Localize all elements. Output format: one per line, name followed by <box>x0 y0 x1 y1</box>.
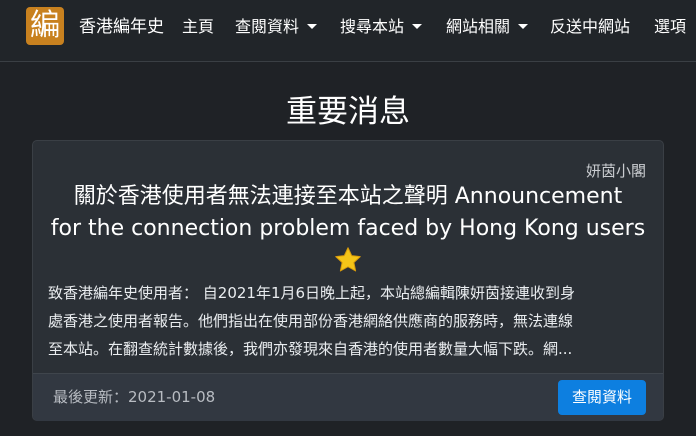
nav-item-about-label: 網站相關 <box>446 17 511 36</box>
site-brand[interactable]: 香港編年史 <box>79 16 164 38</box>
announcement-title[interactable]: 關於香港使用者無法連接至本站之聲明 Announcement for the c… <box>43 181 653 275</box>
caret-down-icon <box>307 24 318 29</box>
page-title: 重要消息 <box>286 94 410 130</box>
read-more-button[interactable]: 查閱資料 <box>558 380 646 415</box>
nav-item-about[interactable]: 網站相關 <box>446 16 529 38</box>
title-line: for the connection problem faced by Hong… <box>50 216 646 241</box>
caret-down-icon <box>412 24 423 29</box>
last-updated-label: 最後更新：2021-01-08 <box>53 388 216 406</box>
nav-item-antielab-label: 反送中網站 <box>550 17 631 36</box>
announcement-card: 妍茵小閣 關於香港使用者無法連接至本站之聲明 Announcement for … <box>32 140 664 421</box>
excerpt-line: 至本站。在翻查統計數據後，我們亦發現來自香港的使用者數量大幅下跌。網... <box>48 340 573 358</box>
nav-item-browse-label: 查閱資料 <box>235 17 300 36</box>
nav-item-search-label: 搜尋本站 <box>340 17 405 36</box>
caret-down-icon <box>518 24 529 29</box>
author-label: 妍茵小閣 <box>585 162 646 180</box>
title-line: 關於香港使用者無法連接至本站之聲明 Announcement <box>73 184 623 209</box>
nav-item-options[interactable]: 選項 <box>654 16 686 38</box>
nav-item-home-label: 主頁 <box>182 17 215 36</box>
card-footer: 最後更新：2021-01-08 查閱資料 <box>33 373 663 421</box>
top-navbar: 編 香港編年史 主頁 查閱資料 搜尋本站 網站相關 反送中網站 選項 <box>0 0 696 62</box>
star-icon <box>335 247 361 272</box>
nav-item-search[interactable]: 搜尋本站 <box>340 16 423 38</box>
nav-item-antielab[interactable]: 反送中網站 <box>550 16 630 38</box>
excerpt-line: 致香港編年史使用者： 自2021年1月6日晚上起，本站總編輯陳妍茵接連收到身 <box>48 284 576 302</box>
announcement-excerpt: 致香港編年史使用者： 自2021年1月6日晚上起，本站總編輯陳妍茵接連收到身 處… <box>48 279 650 363</box>
nav-item-options-label: 選項 <box>654 17 687 36</box>
site-logo[interactable]: 編 <box>26 7 64 45</box>
nav-item-browse[interactable]: 查閱資料 <box>235 16 318 38</box>
nav-item-home[interactable]: 主頁 <box>182 16 214 38</box>
excerpt-line: 處香港之使用者報告。他們指出在使用部份香港網絡供應商的服務時，無法連線 <box>48 312 574 330</box>
